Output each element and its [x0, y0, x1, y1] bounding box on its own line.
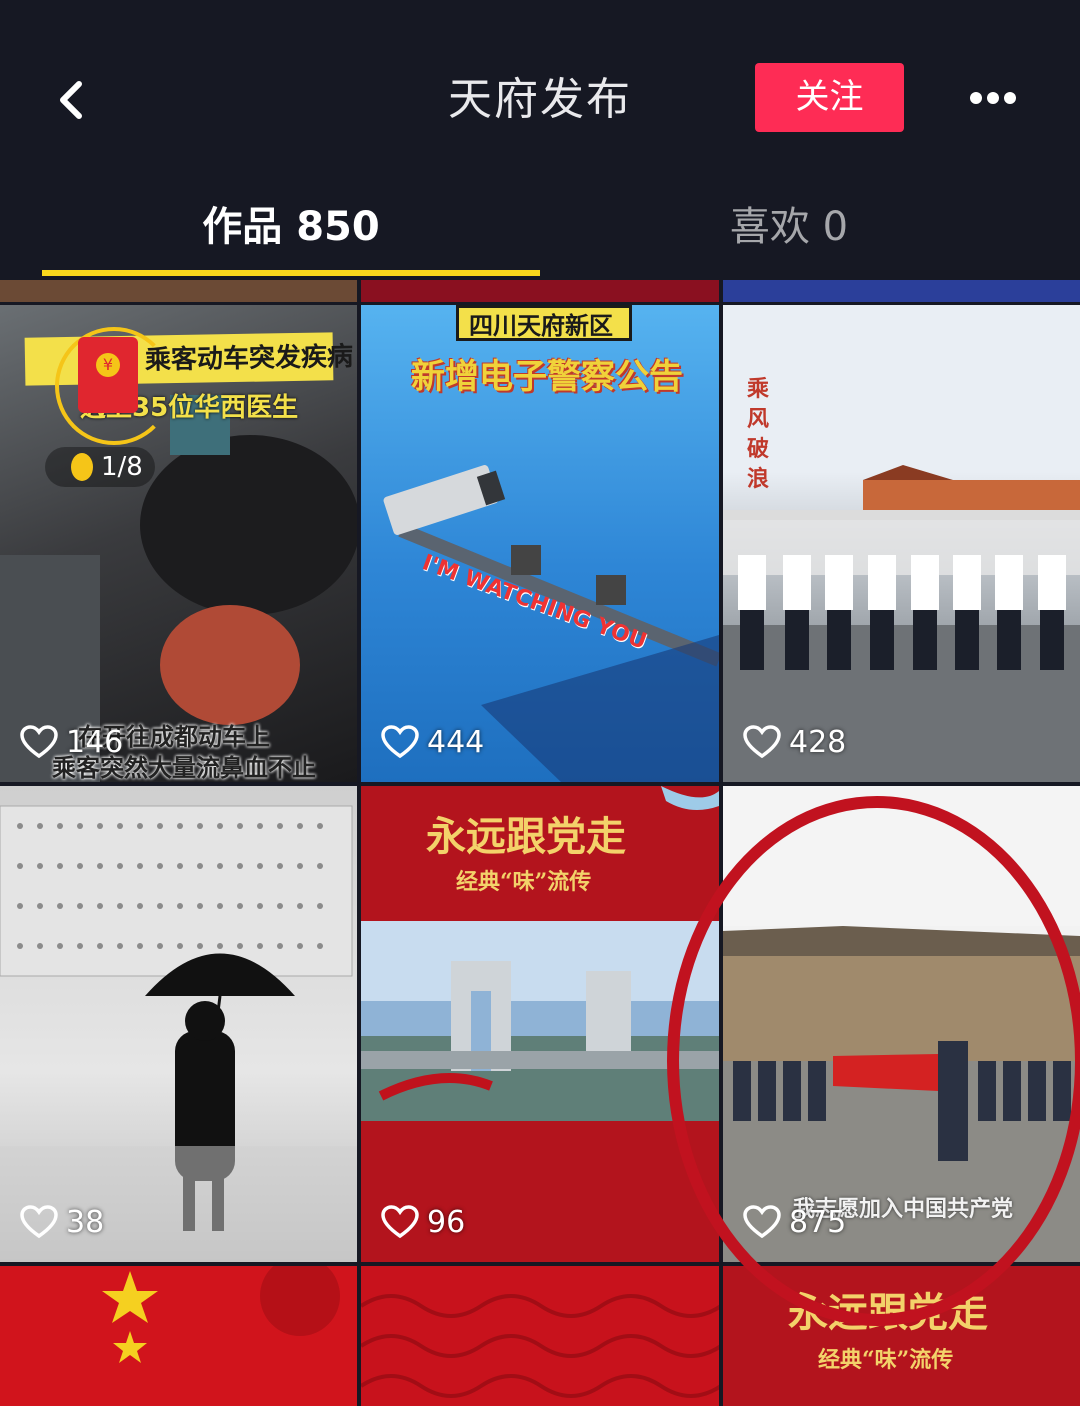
video-thumbnail[interactable]: 永远跟党走 经典“味”流传 — [723, 1266, 1080, 1406]
vertical-slogan: 乘风破浪 — [747, 377, 770, 492]
like-count: 444 — [381, 722, 484, 762]
headline-text: 永远跟党走 — [788, 1289, 988, 1336]
like-count: 38 — [20, 1202, 104, 1242]
heart-icon — [381, 1205, 419, 1239]
heart-icon — [743, 725, 781, 759]
like-count-text: 444 — [427, 724, 485, 760]
like-count: 875 — [743, 1202, 846, 1242]
thumbnail-image — [383, 465, 719, 782]
redpacket-progress-text: 1/8 — [101, 452, 143, 482]
video-thumbnail[interactable]: 我志愿加入中国共产党 875 — [723, 786, 1080, 1262]
back-button[interactable] — [40, 65, 100, 135]
video-thumbnail[interactable]: 乘客动车突发疾病 遇上35位华西医生 ¥ 1/8 在开往成都动车上 乘客突然大量… — [0, 305, 357, 782]
video-thumbnail[interactable]: 乘风破浪 428 — [723, 305, 1080, 782]
thumbnail-image — [361, 1294, 719, 1398]
like-count: 428 — [743, 722, 846, 762]
heart-icon — [20, 725, 58, 759]
tab-likes[interactable]: 喜欢 0 — [540, 190, 1038, 265]
thumbnail-image — [361, 786, 719, 1262]
redpacket-counter: 1/8 — [45, 447, 155, 487]
video-thumbnail[interactable] — [0, 1266, 357, 1406]
like-count-text: 38 — [66, 1204, 105, 1240]
heart-icon — [381, 725, 419, 759]
gold-coin-icon — [71, 453, 93, 481]
more-dots-icon — [970, 92, 1016, 104]
video-thumbnail[interactable]: 四川天府新区 新增电子警察公告 I'M WATCHING YOU 444 — [361, 305, 719, 782]
video-thumbnail[interactable]: 38 — [0, 786, 357, 1262]
video-thumbnail[interactable]: 永远跟党走 经典“味”流传 96 — [361, 786, 719, 1262]
tab-works[interactable]: 作品 850 — [42, 190, 540, 265]
page-title: 天府发布 — [448, 74, 632, 125]
thumbnail-image — [0, 805, 357, 1262]
header: 天府发布 关注 — [0, 0, 1080, 190]
chevron-left-icon — [60, 81, 82, 119]
thumbnail-image — [102, 1266, 340, 1363]
like-count: 146 — [20, 722, 123, 762]
headline-text: 乘客动车突发疾病 — [144, 341, 354, 376]
profile-tabs: 作品 850 喜欢 0 — [0, 190, 1080, 280]
heart-icon — [20, 1205, 58, 1239]
active-tab-indicator — [42, 270, 540, 276]
video-thumbnail-partial[interactable] — [0, 280, 357, 302]
video-grid: 乘客动车突发疾病 遇上35位华西医生 ¥ 1/8 在开往成都动车上 乘客突然大量… — [0, 280, 1080, 1406]
like-count-text: 875 — [789, 1204, 847, 1240]
follow-button[interactable]: 关注 — [755, 63, 904, 132]
video-thumbnail-partial[interactable] — [723, 280, 1080, 302]
like-count-text: 146 — [66, 724, 124, 760]
headline-subtext: 经典“味”流传 — [818, 1347, 954, 1373]
video-thumbnail-partial[interactable] — [361, 280, 719, 302]
more-button[interactable] — [965, 78, 1021, 118]
heart-icon — [743, 1205, 781, 1239]
red-packet-icon[interactable]: ¥ — [78, 337, 138, 413]
like-count: 96 — [381, 1202, 465, 1242]
video-thumbnail[interactable] — [361, 1266, 719, 1406]
like-count-text: 96 — [427, 1204, 466, 1240]
like-count-text: 428 — [789, 724, 847, 760]
